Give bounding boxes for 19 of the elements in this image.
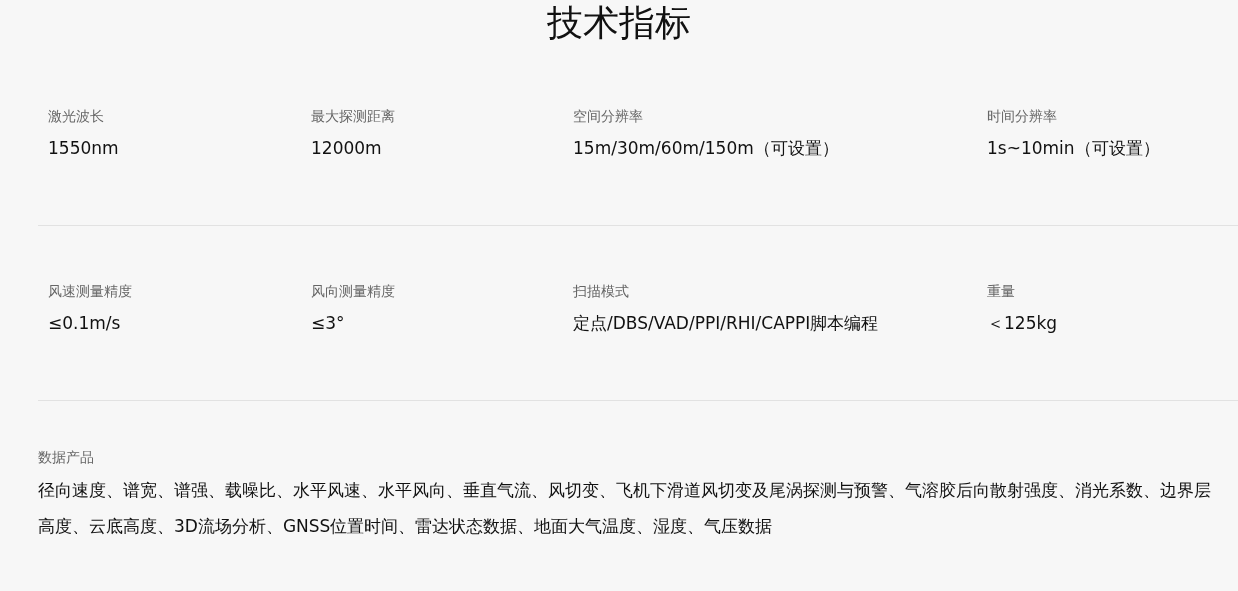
spec-value: ≤3° [311, 312, 346, 334]
spec-label: 风向测量精度 [311, 282, 396, 301]
spec-label: 扫描模式 [573, 282, 630, 301]
spec-value: 12000m [311, 137, 383, 159]
spec-value: 1550nm [48, 137, 120, 159]
spec-label: 空间分辨率 [573, 107, 644, 126]
spec-value: 定点/DBS/VAD/PPI/RHI/CAPPI脚本编程 [573, 312, 880, 334]
spec-label: 时间分辨率 [987, 107, 1058, 126]
spec-value: 15m/30m/60m/150m（可设置） [573, 137, 840, 159]
products-text: 径向速度、谱宽、谱强、载噪比、水平风速、水平风向、垂直气流、风切变、飞机下滑道风切变及尾涡探测与预警、气溶胶后向散射强度、消光系数、边界层高度、云底高度、3D流场分析、GNSS位置时间、雷达状态数据、地面大气温度、湿度、气压数据 [38, 479, 1212, 538]
section-label: 数据产品 [38, 448, 95, 467]
spec-label: 重量 [987, 282, 1016, 301]
spec-label: 激光波长 [48, 107, 105, 126]
spec-value: ＜125kg [987, 312, 1059, 334]
spec-value: 1s~10min（可设置） [987, 137, 1161, 159]
page-title: 技术指标 [546, 1, 692, 45]
spec-label: 风速测量精度 [48, 282, 133, 301]
spec-value: ≤0.1m/s [48, 312, 122, 334]
spec-label: 最大探测距离 [311, 107, 396, 126]
